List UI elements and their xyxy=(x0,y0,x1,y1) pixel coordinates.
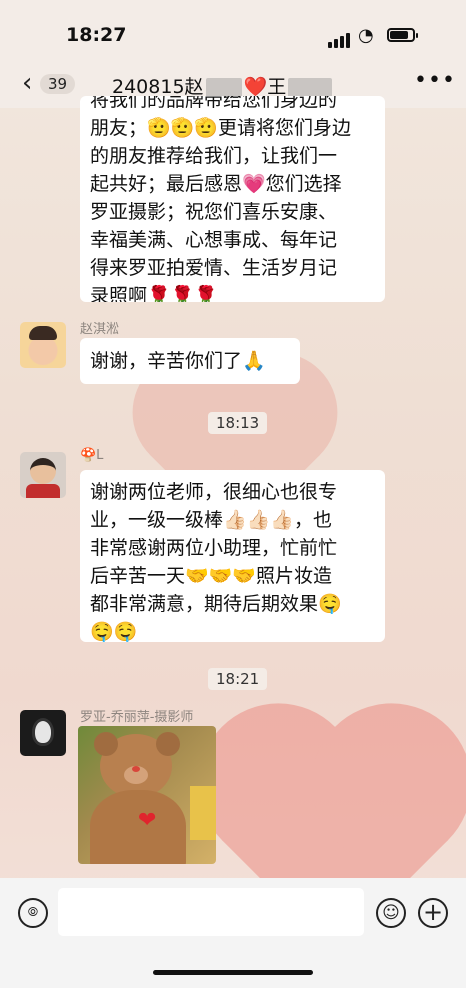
message-line: 都非常满意，期待后期效果🤤 xyxy=(90,593,342,615)
message-line: 朋友；🫡🫡🫡更请将您们身边 xyxy=(90,117,351,139)
message-line: 得来罗亚拍爱情、生活岁月记 xyxy=(90,257,338,279)
more-options-button[interactable]: ••• xyxy=(414,68,456,93)
message-line: 谢谢两位老师，很细心也很专 xyxy=(90,481,338,503)
input-bar: ⦾ ☺ + xyxy=(0,878,466,988)
signal-icon xyxy=(328,29,352,48)
message-line: 的朋友推荐给我们，让我们一 xyxy=(90,145,338,167)
sign-board xyxy=(190,786,216,840)
unread-count-badge[interactable]: 39 xyxy=(40,74,76,94)
redacted-name xyxy=(205,77,242,98)
plus-icon[interactable]: + xyxy=(418,898,448,928)
wifi-icon: ◔ xyxy=(358,25,374,46)
message-bubble[interactable]: 谢谢两位老师，很细心也很专 业，一级一级棒👍🏻👍🏻👍🏻，也 非常感谢两位小助理，… xyxy=(80,470,385,643)
bear-ear-right xyxy=(156,732,180,756)
voice-icon[interactable]: ⦾ xyxy=(18,898,48,928)
avatar-body xyxy=(26,484,60,498)
avatar[interactable] xyxy=(20,322,66,368)
teddy-bear-photo[interactable]: ❤ xyxy=(78,726,216,864)
title-heart: ❤️ xyxy=(243,76,268,98)
bear-nose xyxy=(132,766,140,772)
avatar[interactable] xyxy=(20,710,66,756)
avatar[interactable] xyxy=(20,452,66,498)
status-bar: 18:27 ◔ xyxy=(0,0,466,62)
avatar-face xyxy=(32,718,54,746)
message-bubble[interactable]: 将我们的品牌带给您们身边的 朋友；🫡🫡🫡更请将您们身边 的朋友推荐给我们，让我们… xyxy=(80,96,385,302)
message-bubble[interactable]: 谢谢，辛苦你们了🙏 xyxy=(80,338,300,384)
smile-icon[interactable]: ☺ xyxy=(376,898,406,928)
timestamp: 18:13 xyxy=(208,412,268,434)
back-button[interactable]: ‹ xyxy=(22,68,32,98)
message-line: 幸福美满、心想事成、每年记 xyxy=(90,229,338,251)
message-line: 罗亚摄影；祝您们喜乐安康、 xyxy=(90,201,338,223)
message-line: 录照啊🌹🌹🌹 xyxy=(90,285,218,302)
avatar-face xyxy=(30,458,56,484)
message-line: 🤤🤤 xyxy=(90,621,138,643)
chat-screen: 18:27 ◔ ‹ 39 240815赵 ❤️王 ••• 将我们的品牌带给您们身边… xyxy=(0,0,466,988)
message-input[interactable] xyxy=(58,888,364,936)
heart-icon: ❤ xyxy=(138,808,157,833)
timestamp: 18:21 xyxy=(208,668,268,690)
avatar-face xyxy=(29,326,57,340)
redacted-name xyxy=(288,77,333,98)
message-line: 非常感谢两位小助理，忙前忙 xyxy=(90,537,338,559)
title-prefix: 240815赵 xyxy=(112,76,204,98)
message-line: 谢谢，辛苦你们了🙏 xyxy=(90,350,266,372)
battery-icon xyxy=(387,28,418,42)
sender-name: 赵淇淞 xyxy=(80,322,120,337)
status-time: 18:27 xyxy=(66,24,127,46)
home-indicator xyxy=(153,970,313,975)
message-line: 业，一级一级棒👍🏻👍🏻👍🏻，也 xyxy=(90,509,332,531)
title-suffix: 王 xyxy=(267,76,287,98)
chat-title: 240815赵 ❤️王 xyxy=(112,72,334,99)
message-line: 起共好；最后感恩💗您们选择 xyxy=(90,173,342,195)
sender-name: 罗亚-乔丽萍-摄影师 xyxy=(80,710,194,725)
message-line: 后辛苦一天🤝🤝🤝照片妆造 xyxy=(90,565,332,587)
sender-name: 🍄L xyxy=(80,448,104,463)
message-line: 将我们的品牌带给您们身边的 xyxy=(90,96,338,111)
bear-ear-left xyxy=(94,732,118,756)
